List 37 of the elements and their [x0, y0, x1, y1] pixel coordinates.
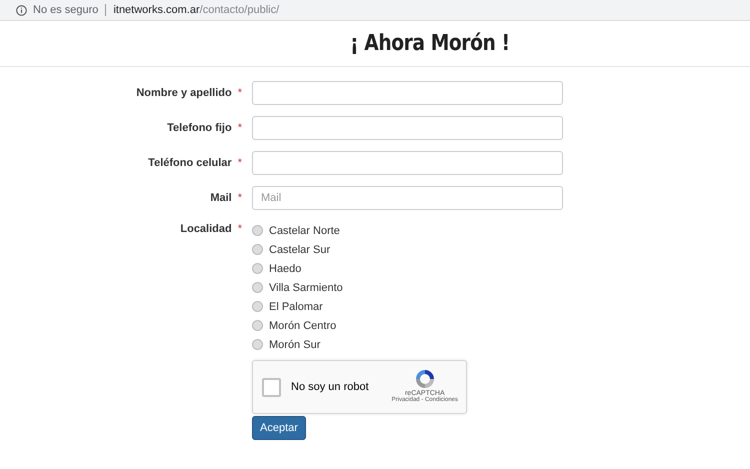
field-label: Mail	[210, 192, 232, 204]
radio-label: Villa Sarmiento	[269, 282, 343, 294]
input-field[interactable]	[252, 151, 563, 175]
field-label: Telefono fijo	[167, 122, 232, 134]
radio-button[interactable]	[252, 301, 263, 312]
url-domain: itnetworks.com.ar	[113, 4, 200, 16]
radio-button[interactable]	[252, 263, 263, 274]
captcha-label: No soy un robot	[291, 381, 369, 393]
required-mark: *	[238, 87, 242, 99]
radio-button[interactable]	[252, 244, 263, 255]
captcha-checkbox[interactable]	[262, 378, 281, 396]
field-label: Nombre y apellido	[136, 87, 232, 99]
radio-label: Castelar Norte	[269, 224, 340, 236]
radio-label: El Palomar	[269, 300, 323, 312]
radio-button[interactable]	[252, 282, 263, 293]
input-field[interactable]: Mail	[252, 186, 563, 210]
submit-button[interactable]: Aceptar	[252, 416, 306, 440]
page-title: ¡ Ahora Morón !	[350, 31, 510, 56]
field-label: Localidad	[180, 223, 232, 235]
security-label: No es seguro	[33, 4, 98, 16]
radio-button[interactable]	[252, 339, 263, 350]
address-bar[interactable]: No es seguro itnetworks.com.ar/contacto/public/	[0, 0, 750, 21]
info-icon[interactable]	[16, 4, 27, 16]
radio-label: Castelar Sur	[269, 244, 330, 256]
field-label: Teléfono celular	[148, 157, 232, 169]
radio-button[interactable]	[252, 225, 263, 236]
input-field[interactable]	[252, 81, 563, 105]
radio-label: Haedo	[269, 262, 302, 274]
required-mark: *	[238, 192, 242, 204]
required-mark: *	[238, 223, 242, 235]
radio-button[interactable]	[252, 320, 263, 331]
radio-label: Morón Sur	[269, 338, 320, 350]
required-mark: *	[238, 122, 242, 134]
url-path: /contacto/public/	[200, 4, 280, 16]
input-field[interactable]	[252, 116, 563, 140]
required-mark: *	[238, 157, 242, 169]
radio-label: Morón Centro	[269, 320, 336, 332]
